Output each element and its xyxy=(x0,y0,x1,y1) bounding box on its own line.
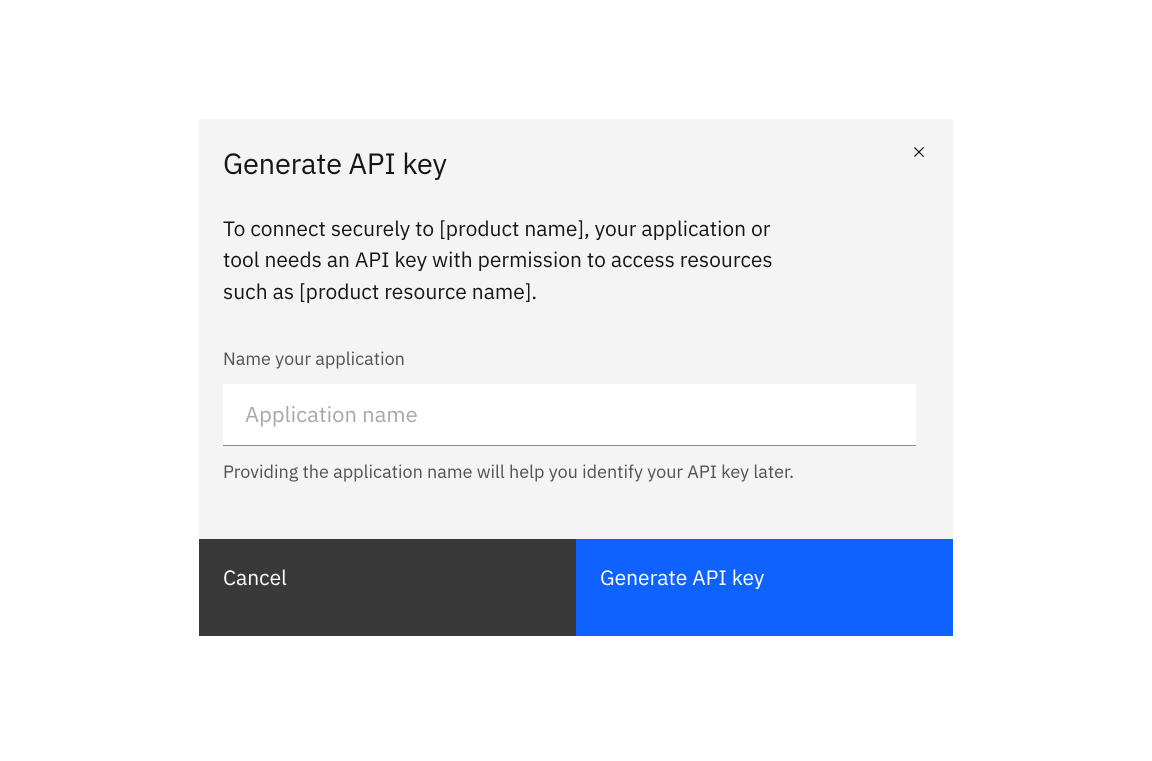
generate-button[interactable]: Generate API key xyxy=(576,539,953,636)
modal-body: Generate API key To connect securely to … xyxy=(199,119,953,539)
close-icon xyxy=(909,142,929,165)
generate-api-key-modal: Generate API key To connect securely to … xyxy=(199,119,953,636)
application-name-input[interactable] xyxy=(223,384,916,446)
helper-text: Providing the application name will help… xyxy=(223,460,929,483)
application-name-label: Name your application xyxy=(223,347,929,370)
modal-footer: Cancel Generate API key xyxy=(199,539,953,636)
modal-description: To connect securely to [product name], y… xyxy=(223,213,793,308)
cancel-button[interactable]: Cancel xyxy=(199,539,576,636)
close-button[interactable] xyxy=(903,137,935,169)
modal-title: Generate API key xyxy=(223,145,929,183)
